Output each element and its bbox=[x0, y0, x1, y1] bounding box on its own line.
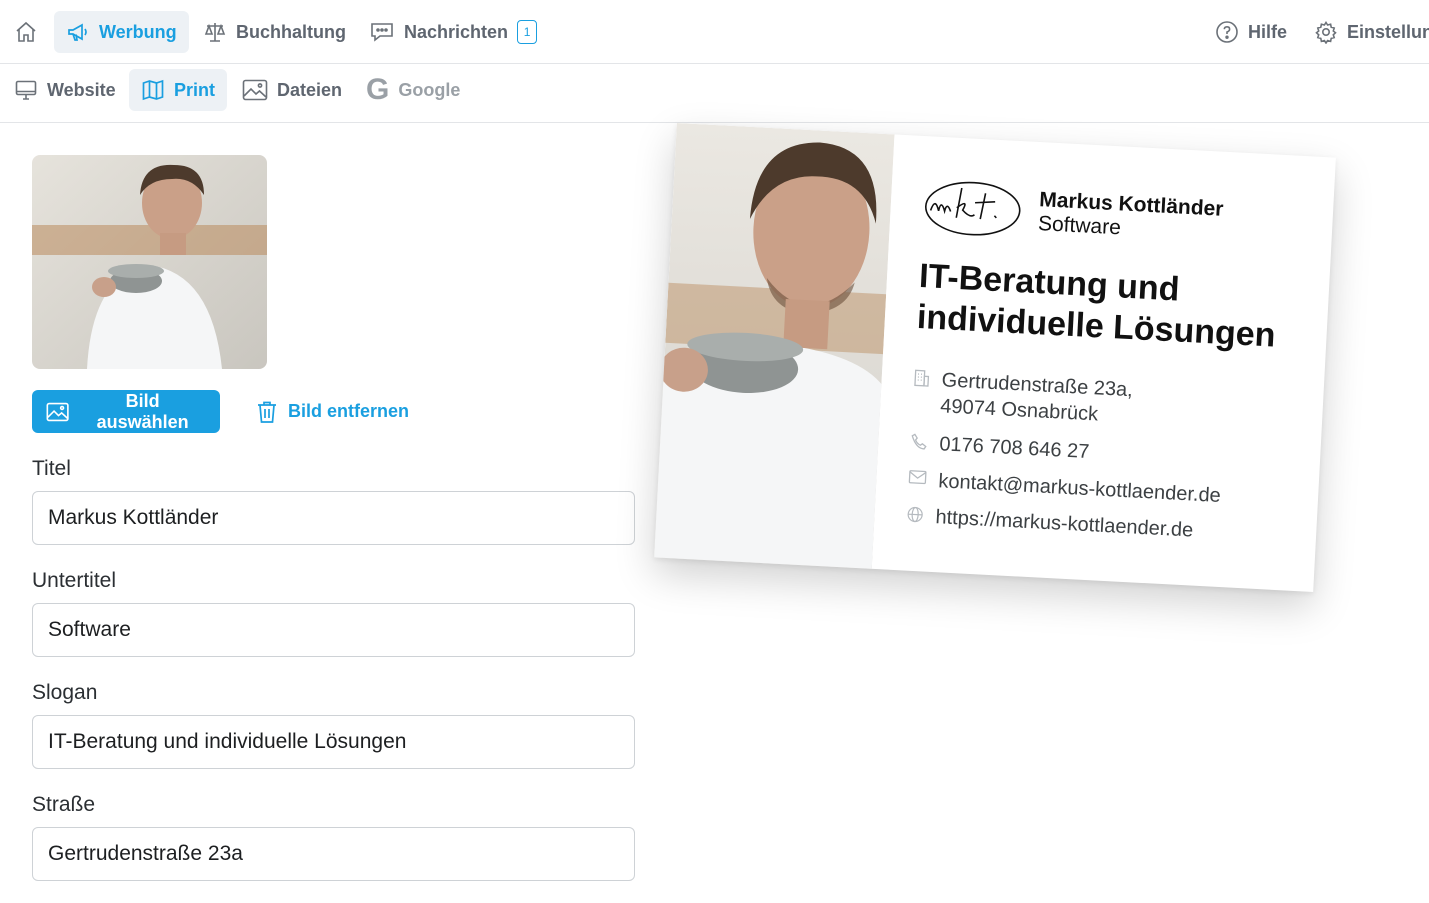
help-icon bbox=[1216, 21, 1238, 43]
subtitle-input[interactable] bbox=[32, 603, 635, 657]
nav-nachrichten[interactable]: Nachrichten 1 bbox=[357, 11, 549, 53]
street-input[interactable] bbox=[32, 827, 635, 881]
phone-icon bbox=[911, 433, 927, 450]
scales-icon bbox=[204, 23, 226, 42]
nav-einstellungen[interactable]: Einstellun bbox=[1302, 11, 1429, 53]
signature-logo bbox=[925, 181, 1021, 236]
home-icon bbox=[16, 21, 36, 42]
street-label: Straße bbox=[32, 793, 96, 816]
nav-nachrichten-label: Nachrichten bbox=[404, 21, 509, 42]
card-email-text: kontakt@markus-kottlaender.de bbox=[937, 470, 1222, 507]
tab-google[interactable]: G Google bbox=[354, 69, 472, 111]
envelope-icon bbox=[908, 470, 927, 485]
card-photo bbox=[654, 123, 895, 569]
image-icon bbox=[46, 402, 69, 421]
home-button[interactable] bbox=[4, 11, 48, 53]
tab-google-label: Google bbox=[398, 79, 461, 100]
select-image-button[interactable]: Bild auswählen bbox=[32, 390, 220, 433]
building-icon bbox=[914, 369, 930, 387]
gear-icon bbox=[1315, 21, 1337, 44]
google-icon: G bbox=[366, 73, 390, 106]
tab-print-label: Print bbox=[174, 79, 216, 100]
profile-image-preview bbox=[32, 155, 267, 369]
chat-icon bbox=[371, 23, 393, 42]
card-website: https://markus-kottlaender.de bbox=[906, 503, 1194, 544]
slogan-input[interactable] bbox=[32, 715, 635, 769]
card-phone: 0176 708 646 27 bbox=[910, 430, 1090, 465]
card-website-text: https://markus-kottlaender.de bbox=[934, 506, 1194, 542]
map-icon bbox=[142, 79, 164, 101]
nav-hilfe-label: Hilfe bbox=[1248, 21, 1288, 42]
remove-image-button[interactable]: Bild entfernen bbox=[252, 390, 413, 433]
card-slogan: IT-Beratung und individuelle Lösungen bbox=[916, 256, 1277, 355]
nav-werbung-label: Werbung bbox=[99, 21, 177, 42]
tab-dateien-label: Dateien bbox=[277, 79, 343, 100]
business-card-preview: Markus Kottländer Software IT-Beratung u… bbox=[654, 123, 1336, 592]
remove-image-label: Bild entfernen bbox=[288, 401, 410, 421]
card-phone-text: 0176 708 646 27 bbox=[938, 433, 1090, 464]
tab-website[interactable]: Website bbox=[2, 69, 128, 111]
image-icon bbox=[242, 79, 268, 101]
nav-buchhaltung[interactable]: Buchhaltung bbox=[191, 11, 358, 53]
tab-website-label: Website bbox=[47, 79, 116, 100]
top-navigation: Werbung Buchhaltung Nachrichten 1 Hilfe … bbox=[0, 0, 1429, 64]
megaphone-icon bbox=[68, 23, 87, 41]
slogan-label: Slogan bbox=[32, 681, 98, 704]
nav-werbung[interactable]: Werbung bbox=[54, 11, 189, 53]
card-brand: Markus Kottländer Software bbox=[921, 176, 1224, 252]
title-input[interactable] bbox=[32, 491, 635, 545]
globe-icon bbox=[907, 506, 923, 523]
nav-buchhaltung-label: Buchhaltung bbox=[236, 21, 346, 42]
trash-icon bbox=[258, 401, 276, 423]
tab-dateien[interactable]: Dateien bbox=[230, 69, 354, 111]
card-body: Markus Kottländer Software IT-Beratung u… bbox=[904, 136, 1336, 592]
subtitle-label: Untertitel bbox=[32, 569, 117, 592]
card-address: Gertrudenstraße 23a, 49074 Osnabrück bbox=[912, 366, 1134, 429]
sub-navigation: Website Print Dateien G Google bbox=[0, 64, 1429, 123]
tab-print[interactable]: Print bbox=[129, 69, 228, 111]
monitor-icon bbox=[15, 80, 37, 100]
profile-photo bbox=[32, 155, 267, 369]
select-image-label: Bild auswählen bbox=[96, 390, 189, 432]
unread-badge: 1 bbox=[517, 20, 538, 44]
card-email: kontakt@markus-kottlaender.de bbox=[908, 467, 1222, 509]
title-label: Titel bbox=[32, 457, 71, 480]
nav-einstellungen-label: Einstellun bbox=[1347, 21, 1429, 42]
nav-hilfe[interactable]: Hilfe bbox=[1203, 11, 1299, 53]
